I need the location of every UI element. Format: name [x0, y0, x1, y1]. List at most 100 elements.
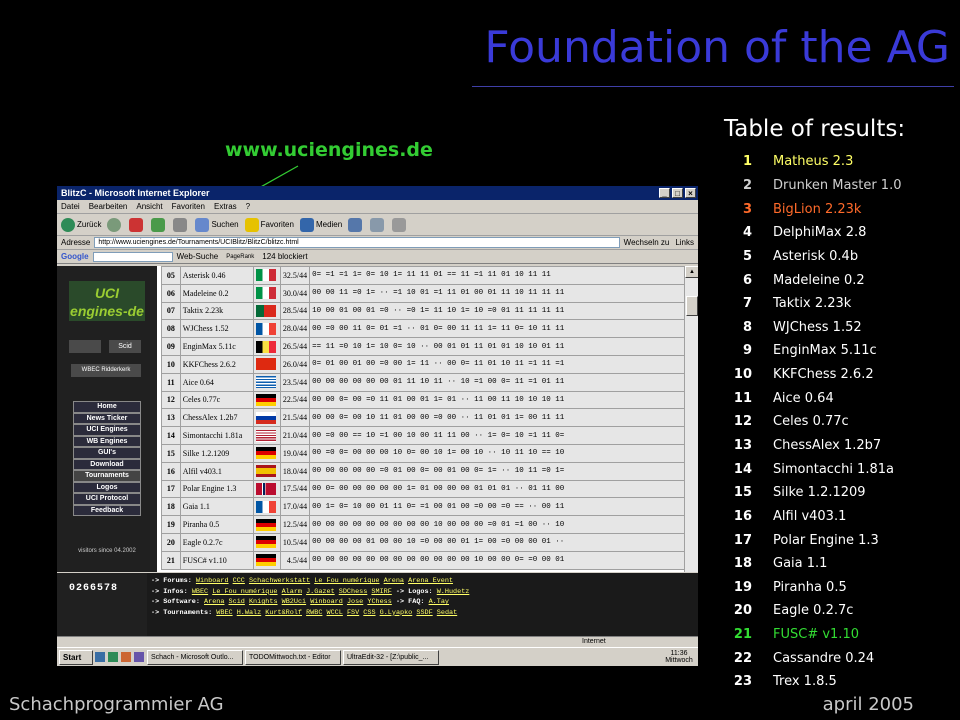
site-link[interactable]: Winboard	[310, 598, 343, 606]
task-outlook[interactable]: Schach - Microsoft Outlo...	[147, 649, 243, 665]
menu-item-help[interactable]: ?	[246, 202, 250, 211]
site-link[interactable]: WBEC	[216, 609, 232, 617]
nav-wb-engines[interactable]: WB Engines	[73, 435, 141, 447]
site-link[interactable]: Jose	[347, 598, 363, 606]
site-link[interactable]: WCCL	[327, 609, 343, 617]
crosstable-engine: WJChess 1.52	[179, 319, 255, 339]
maximize-button[interactable]: □	[672, 188, 683, 198]
scid-badge-left[interactable]	[69, 340, 101, 353]
result-rank: 22	[733, 650, 752, 666]
star-icon	[244, 217, 259, 232]
site-link[interactable]: Sedat	[437, 609, 457, 617]
go-button[interactable]: Wechseln zu	[624, 238, 670, 247]
google-web-search-button[interactable]: Web-Suche	[177, 252, 219, 261]
result-name: Matheus 2.3	[773, 154, 854, 170]
site-link[interactable]: A.Tay	[429, 598, 449, 606]
site-link[interactable]: SDChess	[339, 588, 368, 596]
menu-item-view[interactable]: Ansicht	[136, 202, 162, 211]
menu-item-tools[interactable]: Extras	[214, 202, 237, 211]
site-link[interactable]: SSDF	[416, 609, 432, 617]
nav-uci-protocol[interactable]: UCI Protocol	[73, 493, 141, 505]
site-link[interactable]: W.Hudetz	[437, 588, 470, 596]
refresh-button[interactable]	[151, 217, 167, 232]
forward-button[interactable]	[107, 217, 123, 232]
quicklaunch-app-icon[interactable]	[121, 652, 131, 662]
site-link[interactable]: SMIRF	[371, 588, 391, 596]
mail-button[interactable]	[370, 217, 386, 232]
site-link[interactable]: Le Fou numérique	[314, 577, 379, 585]
crosstable-engine: EnginMax 5.11c	[179, 337, 255, 356]
site-link[interactable]: CSS	[363, 609, 375, 617]
quicklaunch-desktop-icon[interactable]	[95, 652, 105, 662]
site-link[interactable]: Schachwerkstatt	[249, 577, 310, 585]
scroll-thumb[interactable]	[686, 296, 698, 316]
site-link[interactable]: Scid	[229, 598, 245, 606]
result-name: Aice 0.64	[773, 390, 834, 406]
crosstable-rank: 18	[161, 497, 181, 517]
scid-badge[interactable]: Scid	[109, 340, 141, 353]
popup-blocked-count[interactable]: 124 blockiert	[262, 252, 307, 261]
favorites-button[interactable]: Favoriten	[244, 217, 294, 232]
nav-home[interactable]: Home	[73, 401, 141, 413]
site-link[interactable]: YChess	[367, 598, 391, 606]
site-link[interactable]: Arena	[204, 598, 224, 606]
crosstable-results: 00 00 00 00 00 00 00 00 00 00 00 00 10 0…	[309, 550, 698, 570]
site-link[interactable]: WBEC	[192, 588, 208, 596]
nav-feedback[interactable]: Feedback	[73, 504, 141, 516]
task-ultraedit[interactable]: UltraEdit-32 - [Z:\public_...	[343, 649, 439, 665]
task-editor[interactable]: TODOMittwoch.txt - Editor	[245, 649, 341, 665]
site-logo[interactable]: UCI engines-de	[69, 281, 145, 321]
menu-item-file[interactable]: Datei	[61, 202, 80, 211]
quicklaunch-app2-icon[interactable]	[134, 652, 144, 662]
nav-download[interactable]: Download	[73, 458, 141, 470]
history-button[interactable]	[348, 217, 364, 232]
nav-guis[interactable]: GUI's	[73, 447, 141, 459]
google-search-input[interactable]	[92, 251, 173, 262]
print-button[interactable]	[392, 217, 408, 232]
home-button[interactable]	[173, 217, 189, 232]
menu-item-favorites[interactable]: Favoriten	[172, 202, 205, 211]
start-button[interactable]: Start	[59, 649, 93, 665]
result-row: 8 WJChess 1.52	[726, 315, 956, 339]
site-link[interactable]: CCC	[233, 577, 245, 585]
close-button[interactable]: ×	[685, 188, 696, 198]
nav-news-ticker[interactable]: News Ticker	[73, 412, 141, 424]
address-input[interactable]: http://www.uciengines.de/Tournaments/UCI…	[94, 237, 620, 248]
scroll-up-button[interactable]: ▲	[685, 266, 698, 278]
media-button[interactable]: Medien	[299, 217, 342, 232]
result-rank: 14	[733, 461, 752, 477]
result-rank: 5	[742, 248, 752, 264]
site-link[interactable]: Alarm	[282, 588, 302, 596]
crosstable-results: 00 =0 0= 00 00 00 10 0= 00 10 1= 00 10 ·…	[309, 443, 698, 463]
nav-uci-engines[interactable]: UCI Engines	[73, 424, 141, 436]
crosstable-flag-cell	[253, 532, 281, 552]
nav-logos[interactable]: Logos	[73, 481, 141, 493]
search-button[interactable]: Suchen	[195, 217, 239, 232]
menu-item-edit[interactable]: Bearbeiten	[89, 202, 128, 211]
vertical-scrollbar[interactable]: ▲	[684, 266, 698, 572]
site-link[interactable]: FSV	[347, 609, 359, 617]
site-link[interactable]: Le Fou numérique	[212, 588, 277, 596]
crosstable-engine: Eagle 0.2.7c	[179, 532, 255, 552]
site-link[interactable]: J.Gazet	[306, 588, 335, 596]
site-link[interactable]: WB2Uci	[282, 598, 306, 606]
site-link[interactable]: Kurt&Rolf	[265, 609, 302, 617]
links-label[interactable]: Links	[675, 238, 694, 247]
quicklaunch-ie-icon[interactable]	[108, 652, 118, 662]
site-link[interactable]: H.Walz	[237, 609, 261, 617]
site-link[interactable]: Knights	[249, 598, 278, 606]
minimize-button[interactable]: _	[659, 188, 670, 198]
crosstable-row: 09 EnginMax 5.11c 26.5/44 == 11 =0 10 1= 10…	[161, 337, 698, 356]
site-link[interactable]: G.Lyapko	[380, 609, 413, 617]
nav-tournaments[interactable]: Tournaments	[73, 470, 141, 482]
site-link[interactable]: Winboard	[196, 577, 229, 585]
stop-button[interactable]	[129, 217, 145, 232]
site-link[interactable]: Arena	[384, 577, 404, 585]
wbec-badge[interactable]: WBEC Ridderkerk	[71, 364, 141, 377]
site-link[interactable]: RWBC	[306, 609, 322, 617]
result-rank: 19	[733, 579, 752, 595]
back-button[interactable]: Zurück	[61, 217, 101, 232]
site-link[interactable]: Arena Event	[408, 577, 453, 585]
crosstable-score: 30.0/44	[279, 283, 311, 303]
germany-flag-icon	[256, 518, 276, 531]
